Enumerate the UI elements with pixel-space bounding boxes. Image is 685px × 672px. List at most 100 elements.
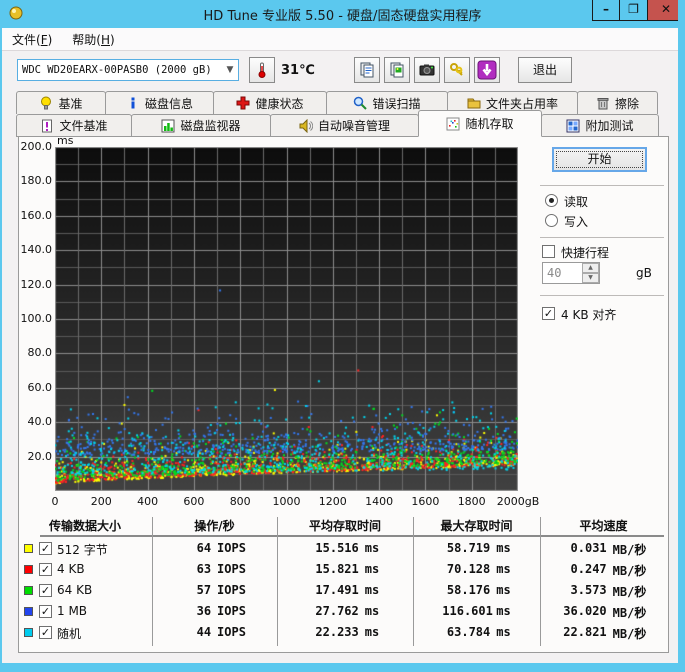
- header-underline: [40, 535, 664, 537]
- exit-button[interactable]: 退出: [518, 57, 572, 83]
- info-icon: [131, 97, 135, 109]
- capacity-unit: gB: [636, 266, 652, 280]
- magnifier-icon: [354, 96, 368, 110]
- copy-image-button[interactable]: [384, 57, 410, 83]
- title-bar: HD Tune 专业版 5.50 - 硬盘/固态硬盘实用程序 – ❐ ✕: [2, 0, 678, 28]
- tab-aam[interactable]: 自动噪音管理: [270, 114, 419, 137]
- chevron-down-icon: ▼: [226, 65, 234, 75]
- separator: [540, 295, 664, 296]
- toolbar: WDC WD20EARX-00PASB0 (2000 gB) ▼ 31℃ 退出: [2, 52, 678, 90]
- app-window: HD Tune 专业版 5.50 - 硬盘/固态硬盘实用程序 – ❐ ✕ 文件(…: [0, 0, 685, 672]
- y-axis-tick: 140.0: [20, 243, 53, 257]
- y-axis-tick: 100.0: [20, 312, 53, 325]
- y-axis-tick: 160.0: [20, 208, 53, 222]
- write-label: 写入: [564, 215, 589, 229]
- table-row: ✓ 随机 44 IOPS 22.233 ms 63.784 ms 22.821 MB/秒: [18, 623, 667, 643]
- thermometer-icon: [258, 62, 266, 78]
- separator: [540, 185, 664, 186]
- series-label: 64 KB: [57, 583, 93, 597]
- speaker-icon: [299, 118, 313, 133]
- table-row: ✓ 4 KB 63 IOPS 15.821 ms 70.128 ms 0.247 MB/…: [18, 560, 667, 580]
- menu-file[interactable]: 文件(F): [2, 31, 62, 48]
- short-stroke-checkbox[interactable]: [542, 245, 555, 258]
- download-arrow-icon: [477, 60, 497, 80]
- y-axis-tick: 40.0: [27, 415, 53, 429]
- temperature-button[interactable]: [249, 57, 275, 83]
- col-transfer-size: 传输数据大小: [48, 519, 121, 533]
- write-radio[interactable]: [545, 214, 558, 227]
- series-checkbox[interactable]: ✓: [39, 626, 52, 639]
- short-stroke-label: 快捷行程: [561, 246, 610, 260]
- series-label: 512 字节: [57, 543, 108, 557]
- y-axis-tick: 180.0: [20, 174, 53, 188]
- series-color-swatch: [24, 544, 33, 553]
- tab-row-2: 文件基准 磁盘监视器 自动噪音管理 随机存取 附加测试: [16, 110, 659, 137]
- read-label: 读取: [564, 195, 589, 209]
- folder-icon: [467, 98, 481, 109]
- maximize-button[interactable]: ❐: [620, 0, 648, 21]
- series-checkbox[interactable]: ✓: [39, 584, 52, 597]
- series-checkbox[interactable]: ✓: [39, 605, 52, 618]
- menu-bar: 文件(F) 帮助(H): [2, 28, 678, 51]
- y-axis-tick: 200.0: [20, 140, 53, 153]
- menu-help[interactable]: 帮助(H): [62, 31, 124, 48]
- separator: [540, 237, 664, 238]
- series-label: 4 KB: [57, 562, 85, 576]
- registration-button[interactable]: [444, 57, 470, 83]
- series-checkbox[interactable]: ✓: [39, 542, 52, 555]
- copy-text-button[interactable]: [354, 57, 380, 83]
- copy-image-icon: [390, 62, 404, 78]
- temperature-value: 31℃: [281, 63, 315, 78]
- tab-row-1: 基准 磁盘信息 健康状态 错误扫描 文件夹占用率 擦除: [16, 91, 658, 114]
- window-title: HD Tune 专业版 5.50 - 硬盘/固态硬盘实用程序: [203, 8, 482, 24]
- trash-icon: [597, 98, 609, 110]
- tab-health[interactable]: 健康状态: [213, 91, 327, 114]
- table-header: 传输数据大小 操作/秒 平均存取时间 最大存取时间 平均速度: [18, 517, 667, 534]
- close-button[interactable]: ✕: [648, 0, 678, 21]
- drive-select[interactable]: WDC WD20EARX-00PASB0 (2000 gB) ▼: [17, 59, 239, 81]
- tab-erase[interactable]: 擦除: [577, 91, 658, 114]
- col-max-access: 最大存取时间: [440, 519, 513, 533]
- tab-disk-info[interactable]: 磁盘信息: [105, 91, 214, 114]
- screenshot-button[interactable]: [414, 57, 440, 83]
- scatter-icon: [446, 117, 460, 130]
- update-button[interactable]: [474, 57, 500, 83]
- col-iops: 操作/秒: [194, 519, 235, 533]
- extra-tests-icon: [566, 119, 580, 132]
- capacity-value: 40: [547, 266, 562, 280]
- keys-icon: [450, 63, 463, 76]
- tab-file-benchmark[interactable]: 文件基准: [16, 114, 132, 137]
- camera-icon: [419, 64, 435, 76]
- x-axis-tick: 2000gB: [496, 495, 540, 508]
- series-color-swatch: [24, 586, 33, 595]
- align-checkbox[interactable]: ✓: [542, 307, 555, 320]
- y-axis-tick: 80.0: [27, 346, 53, 360]
- y-axis-tick: 20.0: [27, 449, 53, 463]
- col-avg-speed: 平均速度: [579, 519, 628, 533]
- spinner-up-icon[interactable]: ▲: [582, 263, 599, 273]
- minimize-button[interactable]: –: [592, 0, 620, 21]
- file-benchmark-icon: [42, 119, 53, 132]
- read-radio[interactable]: [545, 194, 558, 207]
- tab-benchmark[interactable]: 基准: [16, 91, 106, 114]
- capacity-spinner[interactable]: 40 ▲ ▼: [542, 262, 600, 284]
- spinner-down-icon[interactable]: ▼: [582, 273, 599, 283]
- scatter-chart: [55, 147, 518, 491]
- tab-disk-monitor[interactable]: 磁盘监视器: [131, 114, 271, 137]
- copy-text-icon: [360, 62, 374, 78]
- series-color-swatch: [24, 565, 33, 574]
- health-cross-icon: [236, 96, 250, 110]
- y-axis-unit: ms: [57, 134, 74, 147]
- series-color-swatch: [24, 607, 33, 616]
- tab-random-access[interactable]: 随机存取: [418, 110, 542, 137]
- drive-select-value: WDC WD20EARX-00PASB0 (2000 gB): [22, 64, 212, 76]
- table-row: ✓ 512 字节 64 IOPS 15.516 ms 58.719 ms 0.031 M…: [18, 539, 667, 559]
- series-checkbox[interactable]: ✓: [39, 563, 52, 576]
- series-color-swatch: [24, 628, 33, 637]
- tab-extra-tests[interactable]: 附加测试: [541, 114, 659, 137]
- series-label: 随机: [57, 627, 82, 641]
- y-axis-tick: 120.0: [20, 277, 53, 291]
- table-row: ✓ 64 KB 57 IOPS 17.491 ms 58.176 ms 3.573 MB…: [18, 581, 667, 601]
- start-button[interactable]: 开始: [552, 147, 647, 172]
- col-avg-access: 平均存取时间: [308, 519, 381, 533]
